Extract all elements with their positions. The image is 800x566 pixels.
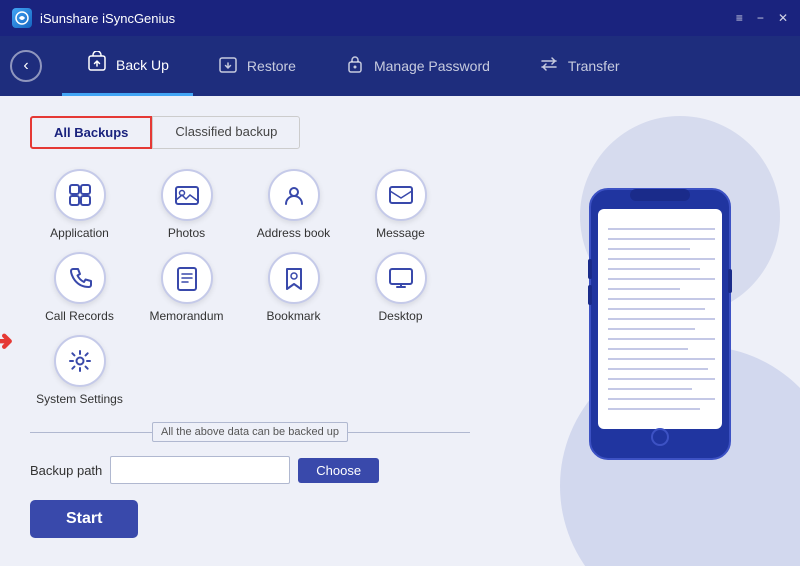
arrow-indicator: ➜ [0, 324, 13, 357]
application-label: Application [50, 226, 109, 240]
tab-manage-password-label: Manage Password [374, 58, 490, 74]
divider-left [30, 432, 152, 433]
back-button[interactable]: ‹ [10, 50, 42, 82]
tab-classified-backup[interactable]: Classified backup [152, 116, 300, 149]
memorandum-label: Memorandum [149, 309, 223, 323]
window-controls[interactable]: ≡ − ✕ [736, 11, 788, 25]
phone-illustration [570, 179, 750, 484]
icon-bookmark[interactable]: Bookmark [244, 252, 343, 323]
close-button[interactable]: ✕ [778, 11, 788, 25]
nav-bar: ‹ Back Up Restore [0, 36, 800, 96]
menu-icon[interactable]: ≡ [736, 11, 743, 25]
icon-address-book[interactable]: Address book [244, 169, 343, 240]
divider-text: All the above data can be backed up [152, 422, 348, 442]
system-settings-icon [54, 335, 106, 387]
address-book-label: Address book [257, 226, 330, 240]
message-label: Message [376, 226, 425, 240]
call-records-icon [54, 252, 106, 304]
password-icon [344, 53, 366, 80]
right-panel [520, 96, 800, 566]
icon-message[interactable]: Message [351, 169, 450, 240]
tab-backup-label: Back Up [116, 57, 169, 73]
icon-application[interactable]: Application [30, 169, 129, 240]
choose-button[interactable]: Choose [298, 458, 379, 483]
desktop-icon [375, 252, 427, 304]
tab-restore[interactable]: Restore [193, 36, 320, 96]
photos-icon [161, 169, 213, 221]
backup-icon [86, 51, 108, 78]
call-records-label: Call Records [45, 309, 114, 323]
tab-backup[interactable]: Back Up [62, 36, 193, 96]
app-title: iSunshare iSyncGenius [40, 11, 175, 26]
app-icon [12, 8, 32, 28]
icon-memorandum[interactable]: Memorandum [137, 252, 236, 323]
icons-grid: Application Photos [30, 169, 450, 406]
restore-icon [217, 53, 239, 80]
transfer-icon [538, 53, 560, 80]
application-icon [54, 169, 106, 221]
bookmark-label: Bookmark [266, 309, 320, 323]
left-panel: ➜ All Backups Classified backup [0, 96, 520, 566]
title-bar: iSunshare iSyncGenius ≡ − ✕ [0, 0, 800, 36]
backup-path-label: Backup path [30, 463, 102, 478]
desktop-label: Desktop [378, 309, 422, 323]
tab-transfer[interactable]: Transfer [514, 36, 644, 96]
address-book-icon [268, 169, 320, 221]
backup-path-input[interactable] [110, 456, 290, 484]
system-settings-label: System Settings [36, 392, 123, 406]
backup-path-row: Backup path Choose [30, 456, 490, 484]
title-bar-left: iSunshare iSyncGenius [12, 8, 175, 28]
icon-photos[interactable]: Photos [137, 169, 236, 240]
divider-row: All the above data can be backed up [30, 422, 470, 442]
icon-system-settings[interactable]: System Settings [30, 335, 129, 406]
tab-manage-password[interactable]: Manage Password [320, 36, 514, 96]
tab-all-backups[interactable]: All Backups [30, 116, 152, 149]
memorandum-icon [161, 252, 213, 304]
bookmark-icon [268, 252, 320, 304]
minimize-button[interactable]: − [757, 11, 764, 25]
tab-restore-label: Restore [247, 58, 296, 74]
nav-tabs: Back Up Restore Manage Password [62, 36, 800, 96]
tab-transfer-label: Transfer [568, 58, 620, 74]
photos-label: Photos [168, 226, 205, 240]
divider-right [348, 432, 470, 433]
icon-call-records[interactable]: Call Records [30, 252, 129, 323]
start-button[interactable]: Start [30, 500, 138, 538]
main-content: ➜ All Backups Classified backup [0, 96, 800, 566]
message-icon [375, 169, 427, 221]
backup-tabs: All Backups Classified backup [30, 116, 490, 149]
icon-desktop[interactable]: Desktop [351, 252, 450, 323]
